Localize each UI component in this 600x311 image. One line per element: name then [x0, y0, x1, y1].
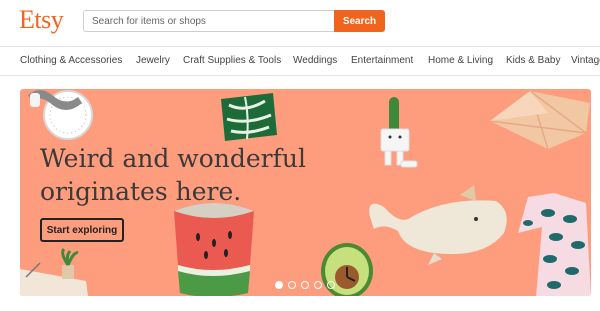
search-button[interactable]: Search — [334, 10, 385, 32]
nav-item-jewelry[interactable]: Jewelry — [136, 55, 170, 66]
search-input[interactable] — [83, 10, 335, 32]
nav-item-craft-supplies-tools[interactable]: Craft Supplies & Tools — [183, 55, 281, 66]
carousel-dot-4[interactable] — [314, 281, 322, 289]
etsy-logo[interactable]: Etsy — [19, 5, 64, 35]
cactus-planter-image — [380, 97, 418, 168]
palm-leaf-pillow-image — [221, 93, 277, 141]
start-exploring-button[interactable]: Start exploring — [40, 218, 124, 242]
hero-headline-line-2: originates here. — [40, 177, 242, 206]
carousel-dot-2[interactable] — [288, 281, 296, 289]
nav-item-weddings[interactable]: Weddings — [293, 55, 337, 66]
nav-item-kids-baby[interactable]: Kids & Baby — [506, 55, 560, 66]
carousel-dot-5[interactable] — [327, 281, 335, 289]
search-bar: Search — [83, 10, 385, 32]
watermelon-cup-image — [174, 203, 254, 296]
hero-headline-line-1: Weird and wonderful — [40, 144, 306, 173]
sloth-clock-image — [28, 90, 93, 140]
nav-item-entertainment[interactable]: Entertainment — [351, 55, 413, 66]
hero-headline: Weird and wonderful originates here. — [40, 142, 306, 208]
whale-plush-image — [369, 185, 507, 265]
nav-item-vintage[interactable]: Vintage — [571, 55, 600, 66]
leaf-print-shirt-image — [518, 193, 591, 296]
carousel-dot-3[interactable] — [301, 281, 309, 289]
category-nav: Clothing & Accessories Jewelry Craft Sup… — [0, 46, 600, 76]
origami-box-image — [489, 90, 590, 150]
carousel-dot-1[interactable] — [275, 281, 283, 289]
nav-item-clothing-accessories[interactable]: Clothing & Accessories — [20, 55, 122, 66]
desk-plant-image — [20, 247, 88, 296]
site-header: Etsy Search — [0, 0, 600, 46]
hero-banner: Weird and wonderful originates here. Sta… — [20, 89, 591, 296]
nav-item-home-living[interactable]: Home & Living — [428, 55, 493, 66]
